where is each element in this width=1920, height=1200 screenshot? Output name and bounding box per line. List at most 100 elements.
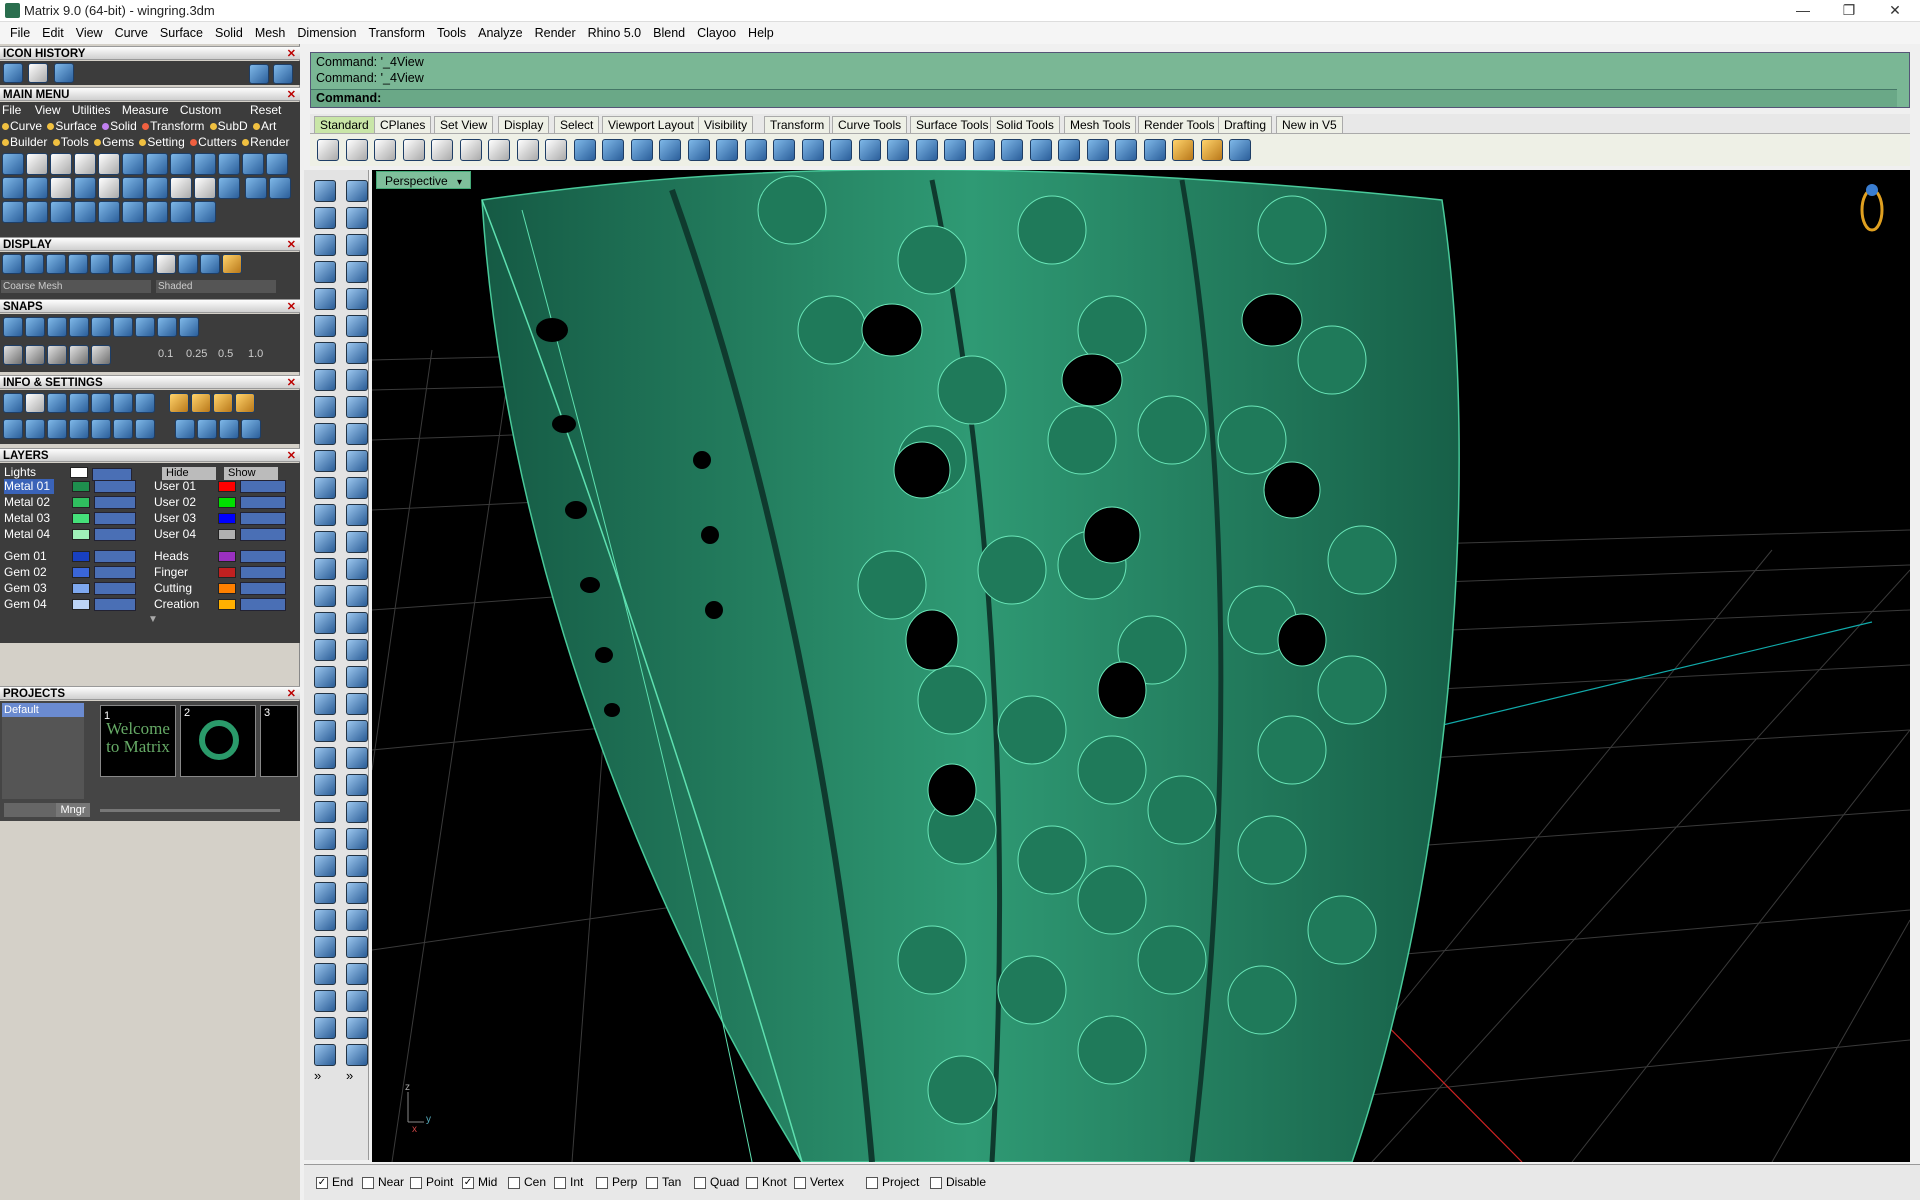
- move-icon[interactable]: [50, 201, 72, 223]
- menu-transform[interactable]: Transform: [362, 22, 431, 44]
- tool-icon[interactable]: [74, 201, 96, 223]
- close-icon[interactable]: ✕: [287, 376, 296, 390]
- tool-icon[interactable]: [194, 153, 216, 175]
- menu-rhino5[interactable]: Rhino 5.0: [582, 22, 648, 44]
- color-wheel-icon[interactable]: [1029, 139, 1052, 161]
- side-tool-icon[interactable]: [346, 1017, 368, 1039]
- layer-controls[interactable]: [240, 582, 286, 595]
- snap-icon[interactable]: [3, 317, 23, 337]
- layer-controls[interactable]: [94, 528, 136, 541]
- layer-row[interactable]: Heads: [152, 549, 292, 564]
- osnap-quad[interactable]: Quad: [694, 1175, 739, 1189]
- layer-color-swatch[interactable]: [218, 567, 236, 578]
- side-tool-icon[interactable]: [314, 639, 336, 661]
- side-tool-icon[interactable]: [346, 990, 368, 1012]
- setting-icon[interactable]: [47, 393, 67, 413]
- osnap-disable[interactable]: Disable: [930, 1175, 986, 1189]
- layer-controls[interactable]: [240, 550, 286, 563]
- shade-select[interactable]: Shaded: [156, 280, 276, 293]
- tool-icon[interactable]: [146, 201, 168, 223]
- side-tool-icon[interactable]: [314, 801, 336, 823]
- layer-row[interactable]: Finger: [152, 565, 292, 580]
- side-tool-icon[interactable]: [314, 1044, 336, 1066]
- zoom-window-icon[interactable]: [659, 139, 681, 161]
- setting-icon[interactable]: [135, 419, 155, 439]
- layer-color-swatch[interactable]: [218, 599, 236, 610]
- minimize-button[interactable]: —: [1780, 0, 1826, 22]
- layer-row[interactable]: Gem 03: [2, 581, 142, 596]
- zoom-selected-icon[interactable]: [716, 139, 738, 161]
- side-tool-icon[interactable]: [314, 936, 336, 958]
- forward-arrow-icon[interactable]: [273, 64, 293, 84]
- mm-file[interactable]: File: [2, 103, 21, 117]
- tool-icon[interactable]: [245, 177, 268, 199]
- checkbox[interactable]: [694, 1176, 706, 1189]
- side-tool-icon[interactable]: [314, 396, 336, 418]
- side-tool-icon[interactable]: [346, 855, 368, 877]
- mm-subd[interactable]: SubD: [209, 119, 248, 133]
- side-tool-icon[interactable]: [314, 531, 336, 553]
- mm-curve[interactable]: Curve: [2, 119, 42, 133]
- layer-color-swatch[interactable]: [72, 583, 90, 594]
- side-tool-icon[interactable]: [314, 261, 336, 283]
- tab-display[interactable]: Display: [498, 116, 550, 133]
- lock-icon[interactable]: [972, 139, 995, 161]
- sphere-icon[interactable]: [1058, 139, 1080, 161]
- side-tool-icon[interactable]: [314, 612, 336, 634]
- layer-row[interactable]: Gem 01: [2, 549, 142, 564]
- checkbox[interactable]: [866, 1176, 878, 1189]
- layer-color-swatch[interactable]: [72, 529, 90, 540]
- tab-viewport-layout[interactable]: Viewport Layout: [602, 116, 700, 133]
- close-icon[interactable]: ✕: [287, 47, 296, 61]
- mm-surface[interactable]: Surface: [47, 119, 97, 133]
- side-tool-icon[interactable]: [314, 666, 336, 688]
- layer-controls[interactable]: [94, 550, 136, 563]
- mm-setting[interactable]: Setting: [139, 135, 185, 149]
- side-tool-icon[interactable]: [314, 207, 336, 229]
- info-icon[interactable]: [3, 393, 23, 413]
- display-mode-icon[interactable]: [156, 254, 176, 274]
- menu-edit[interactable]: Edit: [36, 22, 70, 44]
- snap-icon[interactable]: [25, 317, 45, 337]
- layer-controls[interactable]: [94, 480, 136, 493]
- project-thumb-3[interactable]: 3: [260, 705, 298, 777]
- chevron-down-icon[interactable]: ▾: [457, 177, 462, 188]
- close-icon[interactable]: ✕: [287, 687, 296, 701]
- layer-controls[interactable]: [94, 496, 136, 509]
- checkbox[interactable]: [508, 1176, 520, 1189]
- side-tool-icon[interactable]: [346, 288, 368, 310]
- side-tool-icon[interactable]: [314, 450, 336, 472]
- project-default[interactable]: Default: [2, 703, 84, 717]
- tab-standard[interactable]: Standard: [314, 116, 375, 133]
- wireframe-icon[interactable]: [2, 254, 22, 274]
- tool-icon[interactable]: [146, 153, 168, 175]
- project-add-up-buttons[interactable]: [4, 803, 64, 817]
- setting-icon[interactable]: [69, 393, 89, 413]
- side-tool-icon[interactable]: [346, 828, 368, 850]
- tab-solid-tools[interactable]: Solid Tools: [990, 116, 1060, 133]
- rendered-sphere-icon[interactable]: [68, 254, 88, 274]
- zoom-extents-icon[interactable]: [687, 139, 710, 161]
- sphere-icon[interactable]: [1086, 139, 1109, 161]
- layer-row[interactable]: Creation: [152, 597, 292, 612]
- side-tool-icon[interactable]: [314, 585, 336, 607]
- layer-color-swatch[interactable]: [218, 583, 236, 594]
- osnap-int[interactable]: Int: [554, 1175, 583, 1189]
- layer-color-swatch[interactable]: [72, 481, 90, 492]
- snap-icon[interactable]: [91, 345, 111, 365]
- side-tool-icon[interactable]: [346, 234, 368, 256]
- snap-icon[interactable]: [47, 345, 67, 365]
- mesh-select[interactable]: Coarse Mesh: [1, 280, 151, 293]
- side-tool-icon[interactable]: [314, 828, 336, 850]
- layer-row[interactable]: Metal 04: [2, 527, 142, 542]
- menu-render[interactable]: Render: [529, 22, 582, 44]
- menu-solid[interactable]: Solid: [209, 22, 249, 44]
- checkbox[interactable]: [410, 1176, 422, 1189]
- history-tool-icon[interactable]: [3, 63, 23, 83]
- mm-render[interactable]: Render: [242, 135, 290, 149]
- render-icon[interactable]: [1143, 139, 1166, 161]
- side-tool-icon[interactable]: [314, 720, 336, 742]
- mm-gems[interactable]: Gems: [94, 135, 134, 149]
- snap-value-3[interactable]: 1.0: [248, 348, 263, 360]
- mm-solid[interactable]: Solid: [102, 119, 137, 133]
